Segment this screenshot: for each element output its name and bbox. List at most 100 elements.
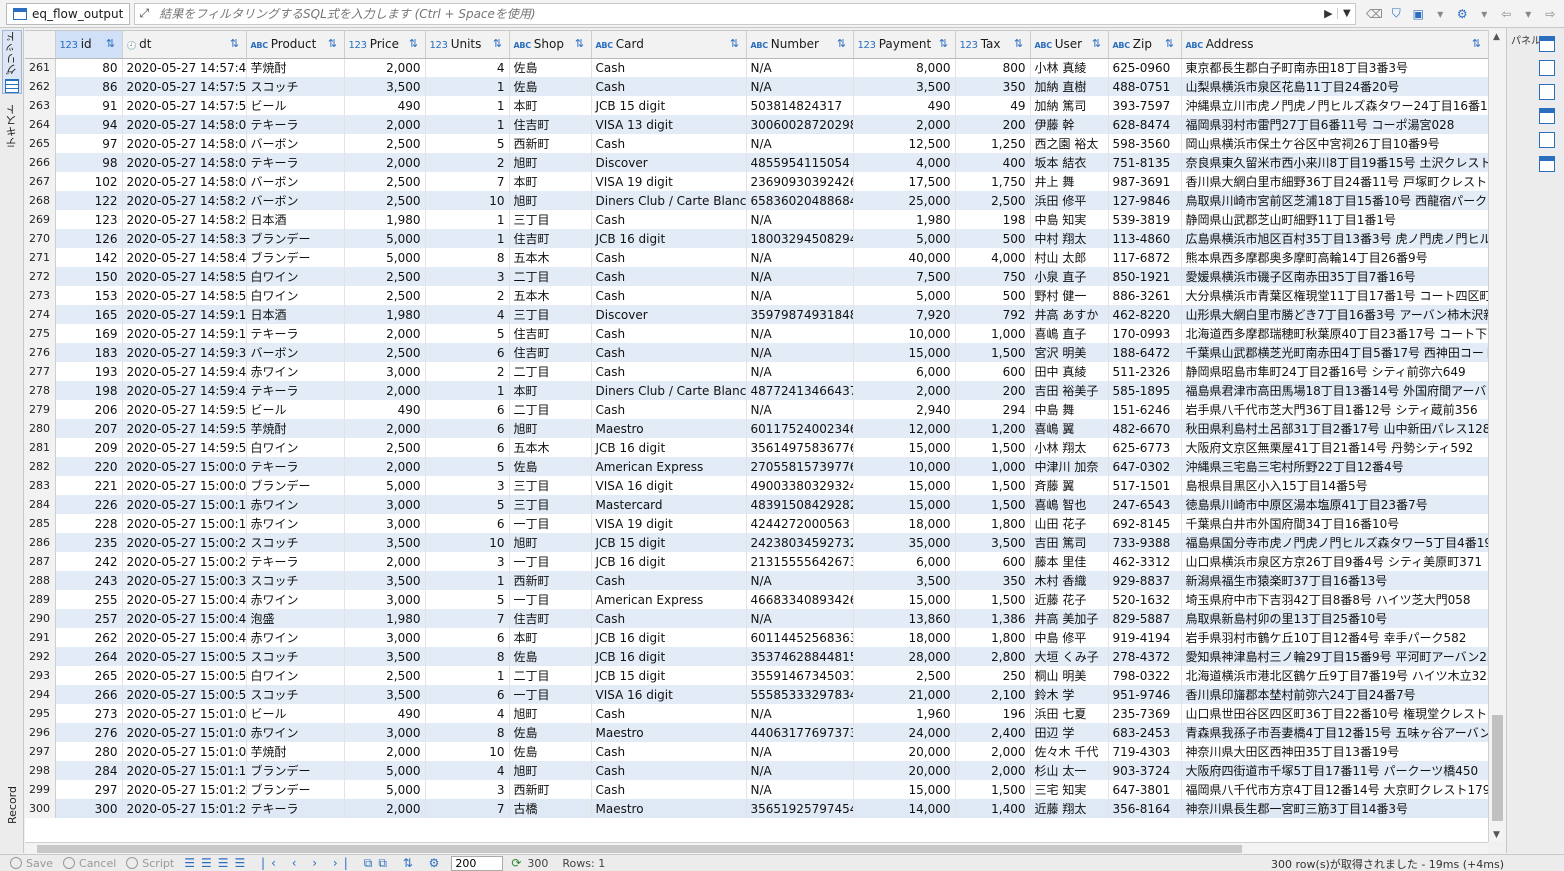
cell-address[interactable]: 北海道横浜市港北区鶴ケ丘9丁目7番19号 ハイツ木立323 <box>1181 666 1488 685</box>
cell-address[interactable]: 鳥取県新島村卯の里13丁目25番10号 <box>1181 609 1488 628</box>
properties-icon[interactable] <box>1539 156 1555 172</box>
cell-price[interactable]: 490 <box>344 704 426 723</box>
cell-dt[interactable]: 2020-05-27 15:00:44.0 <box>122 609 247 628</box>
table-row[interactable]: 2701262020-05-27 14:58:32.0ブランデー5,0001住吉… <box>25 229 1488 248</box>
cell-card[interactable]: American Express <box>591 457 747 476</box>
cell-price[interactable]: 3,000 <box>344 495 426 514</box>
cell-units[interactable]: 8 <box>425 647 510 666</box>
cell-address[interactable]: 東京都長生郡白子町南赤田18丁目3番3号 <box>1181 58 1488 77</box>
cell-user[interactable]: 喜嶋 翼 <box>1030 419 1109 438</box>
cell-card[interactable]: Cash <box>591 58 747 77</box>
cell-user[interactable]: 井上 舞 <box>1030 172 1109 191</box>
sort-filter-icon[interactable]: ⇅ <box>228 37 242 51</box>
cell-address[interactable]: 岩手県八千代市芝大門36丁目1番12号 シティ蔵前356 <box>1181 400 1488 419</box>
cell-number[interactable]: 3537462884481555 <box>746 647 854 666</box>
row-number[interactable]: 262 <box>25 77 56 96</box>
row-number[interactable]: 291 <box>25 628 56 647</box>
cell-number[interactable]: N/A <box>746 780 854 799</box>
cell-payment[interactable]: 18,000 <box>853 628 956 647</box>
cell-units[interactable]: 10 <box>425 191 510 210</box>
cell-price[interactable]: 5,000 <box>344 229 426 248</box>
cell-shop[interactable]: 本町 <box>509 172 592 191</box>
cell-dt[interactable]: 2020-05-27 15:01:07.0 <box>122 742 247 761</box>
cell-address[interactable]: 福岡県八千代市方京4丁目12番14号 大京町クレスト179 <box>1181 780 1488 799</box>
cell-id[interactable]: 273 <box>55 704 123 723</box>
cell-payment[interactable]: 2,000 <box>853 381 956 400</box>
cell-product[interactable]: スコッチ <box>246 533 345 552</box>
cell-price[interactable]: 3,000 <box>344 362 426 381</box>
cell-shop[interactable]: 住吉町 <box>509 229 592 248</box>
cell-id[interactable]: 276 <box>55 723 123 742</box>
cell-product[interactable]: ビール <box>246 96 345 115</box>
table-row[interactable]: 2711422020-05-27 14:58:48.0ブランデー5,0008五本… <box>25 248 1488 267</box>
cell-zip[interactable]: 829-5887 <box>1108 609 1182 628</box>
cell-payment[interactable]: 10,000 <box>853 457 956 476</box>
grid-settings-icon[interactable] <box>1539 108 1555 124</box>
cell-dt[interactable]: 2020-05-27 14:57:52.0 <box>122 77 247 96</box>
row-number[interactable]: 274 <box>25 305 56 324</box>
cell-zip[interactable]: 798-0322 <box>1108 666 1182 685</box>
result-tab[interactable]: eq_flow_output <box>6 2 131 25</box>
cell-payment[interactable]: 3,500 <box>853 77 956 96</box>
row-number[interactable]: 284 <box>25 495 56 514</box>
table-row[interactable]: 2922642020-05-27 15:00:51.0スコッチ3,5008佐島J… <box>25 647 1488 666</box>
cell-payment[interactable]: 15,000 <box>853 590 956 609</box>
cell-tax[interactable]: 750 <box>955 267 1031 286</box>
cell-product[interactable]: テキーラ <box>246 115 345 134</box>
cell-price[interactable]: 2,000 <box>344 115 426 134</box>
cell-zip[interactable]: 850-1921 <box>1108 267 1182 286</box>
cell-tax[interactable]: 400 <box>955 153 1031 172</box>
cell-zip[interactable]: 393-7597 <box>1108 96 1182 115</box>
cell-payment[interactable]: 15,000 <box>853 476 956 495</box>
calc-icon[interactable] <box>1539 84 1555 100</box>
cell-dt[interactable]: 2020-05-27 15:01:27.0 <box>122 799 247 818</box>
table-row[interactable]: 2842262020-05-27 15:00:13.0赤ワイン3,0005三丁目… <box>25 495 1488 514</box>
cell-payment[interactable]: 1,980 <box>853 210 956 229</box>
cell-card[interactable]: Mastercard <box>591 495 747 514</box>
row-number[interactable]: 290 <box>25 609 56 628</box>
cell-dt[interactable]: 2020-05-27 15:00:13.0 <box>122 495 247 514</box>
cell-number[interactable]: 4900338032932409 <box>746 476 854 495</box>
cell-payment[interactable]: 12,000 <box>853 419 956 438</box>
row-number[interactable]: 275 <box>25 324 56 343</box>
cell-price[interactable]: 3,500 <box>344 77 426 96</box>
cell-card[interactable]: Discover <box>591 305 747 324</box>
cell-id[interactable]: 264 <box>55 647 123 666</box>
cell-tax[interactable]: 1,500 <box>955 495 1031 514</box>
row-number[interactable]: 267 <box>25 172 56 191</box>
cell-shop[interactable]: 五本木 <box>509 286 592 305</box>
text-view-tab[interactable]: テキスト <box>2 104 22 168</box>
cell-user[interactable]: 井高 美加子 <box>1030 609 1109 628</box>
cell-id[interactable]: 284 <box>55 761 123 780</box>
cell-shop[interactable]: 一丁目 <box>509 552 592 571</box>
cell-dt[interactable]: 2020-05-27 15:00:52.0 <box>122 666 247 685</box>
cell-zip[interactable]: 278-4372 <box>1108 647 1182 666</box>
cell-shop[interactable]: 住吉町 <box>509 115 592 134</box>
cell-user[interactable]: 吉田 裕美子 <box>1030 381 1109 400</box>
cell-shop[interactable]: 佐島 <box>509 742 592 761</box>
cell-id[interactable]: 221 <box>55 476 123 495</box>
cell-address[interactable]: 島根県目黒区小入15丁目14番5号 <box>1181 476 1488 495</box>
cell-zip[interactable]: 929-8837 <box>1108 571 1182 590</box>
cell-shop[interactable]: 旭町 <box>509 761 592 780</box>
cell-number[interactable]: 180032945082944 <box>746 229 854 248</box>
cell-tax[interactable]: 49 <box>955 96 1031 115</box>
table-row[interactable]: 2902572020-05-27 15:00:44.0泡盛1,9807住吉町Ca… <box>25 609 1488 628</box>
cancel-button[interactable]: Cancel <box>63 857 116 870</box>
cell-tax[interactable]: 200 <box>955 115 1031 134</box>
cell-price[interactable]: 2,000 <box>344 58 426 77</box>
cell-user[interactable]: 吉田 篤司 <box>1030 533 1109 552</box>
cell-zip[interactable]: 625-0960 <box>1108 58 1182 77</box>
cell-tax[interactable]: 600 <box>955 362 1031 381</box>
cell-units[interactable]: 6 <box>425 400 510 419</box>
row-number[interactable]: 272 <box>25 267 56 286</box>
cell-number[interactable]: N/A <box>746 58 854 77</box>
cell-tax[interactable]: 500 <box>955 229 1031 248</box>
cell-units[interactable]: 10 <box>425 742 510 761</box>
layout-icon[interactable] <box>1539 132 1555 148</box>
cell-id[interactable]: 255 <box>55 590 123 609</box>
row-number[interactable]: 269 <box>25 210 56 229</box>
cell-units[interactable]: 1 <box>425 96 510 115</box>
record-view-tab[interactable]: Record <box>2 786 22 842</box>
cell-address[interactable]: 静岡県昭島市隼町24丁目2番16号 シティ前弥六649 <box>1181 362 1488 381</box>
